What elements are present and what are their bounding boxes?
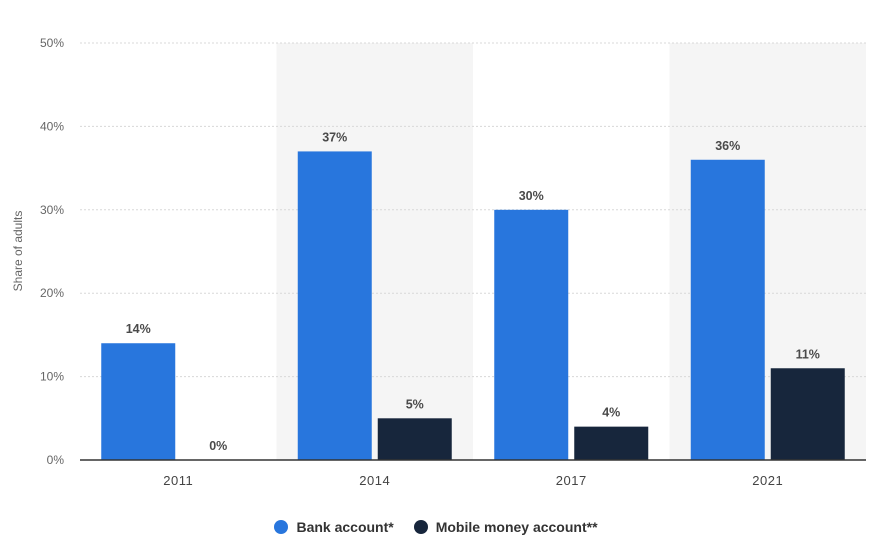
y-tick-label: 20% (40, 286, 64, 300)
y-tick-label: 10% (40, 370, 64, 384)
bar-bank-2014[interactable] (297, 151, 372, 461)
data-label-bank-2021: 36% (715, 139, 740, 153)
bar-mobile-money-2014[interactable] (377, 418, 452, 460)
data-label-mobile-money-2014: 5% (406, 397, 424, 411)
bar-bank-2021[interactable] (690, 159, 765, 460)
legend-dot-bank-icon (274, 520, 289, 534)
data-label-bank-2011: 14% (126, 322, 151, 336)
legend: Bank account* Mobile money account** (0, 519, 872, 535)
x-tick-label: 2014 (359, 473, 390, 488)
bar-chart: 0%10%20%30%40%50% 14%0%37%5%30%4%36%11% … (11, 36, 866, 488)
y-axis-ticks: 0% 10% 20% 30% 40% 50% (40, 36, 64, 467)
bar-mobile-money-2021[interactable] (770, 368, 845, 460)
y-tick-label: 40% (40, 119, 64, 133)
x-tick-label: 2017 (556, 473, 587, 488)
legend-dot-mobile-money-icon (413, 520, 428, 534)
data-label-bank-2017: 30% (519, 189, 544, 203)
legend-label-bank: Bank account* (296, 519, 394, 535)
data-label-mobile-money-2011: 0% (209, 439, 227, 453)
y-tick-label: 50% (40, 36, 64, 50)
bar-mobile-money-2017[interactable] (574, 426, 649, 460)
x-axis-ticks: 2011 2014 2017 2021 (163, 473, 783, 488)
y-axis-title: Share of adults (11, 211, 25, 292)
data-label-bank-2014: 37% (322, 130, 347, 144)
bar-bank-2017[interactable] (494, 209, 569, 460)
x-tick-label: 2021 (752, 473, 783, 488)
data-label-mobile-money-2017: 4% (602, 406, 620, 420)
bar-bank-2011[interactable] (101, 343, 176, 460)
legend-label-mobile-money: Mobile money account** (435, 519, 598, 535)
y-tick-label: 30% (40, 203, 64, 217)
data-label-mobile-money-2021: 11% (796, 347, 820, 361)
legend-item-mobile-money[interactable]: Mobile money account** (413, 519, 598, 535)
y-tick-label: 0% (47, 453, 65, 467)
legend-item-bank[interactable]: Bank account* (274, 519, 394, 535)
x-tick-label: 2011 (163, 473, 193, 488)
chart-container: 0% 10% 20% 30% 40% 50% 14% 0% 37% 5% 30% 4% 36% 11% … (0, 0, 872, 555)
